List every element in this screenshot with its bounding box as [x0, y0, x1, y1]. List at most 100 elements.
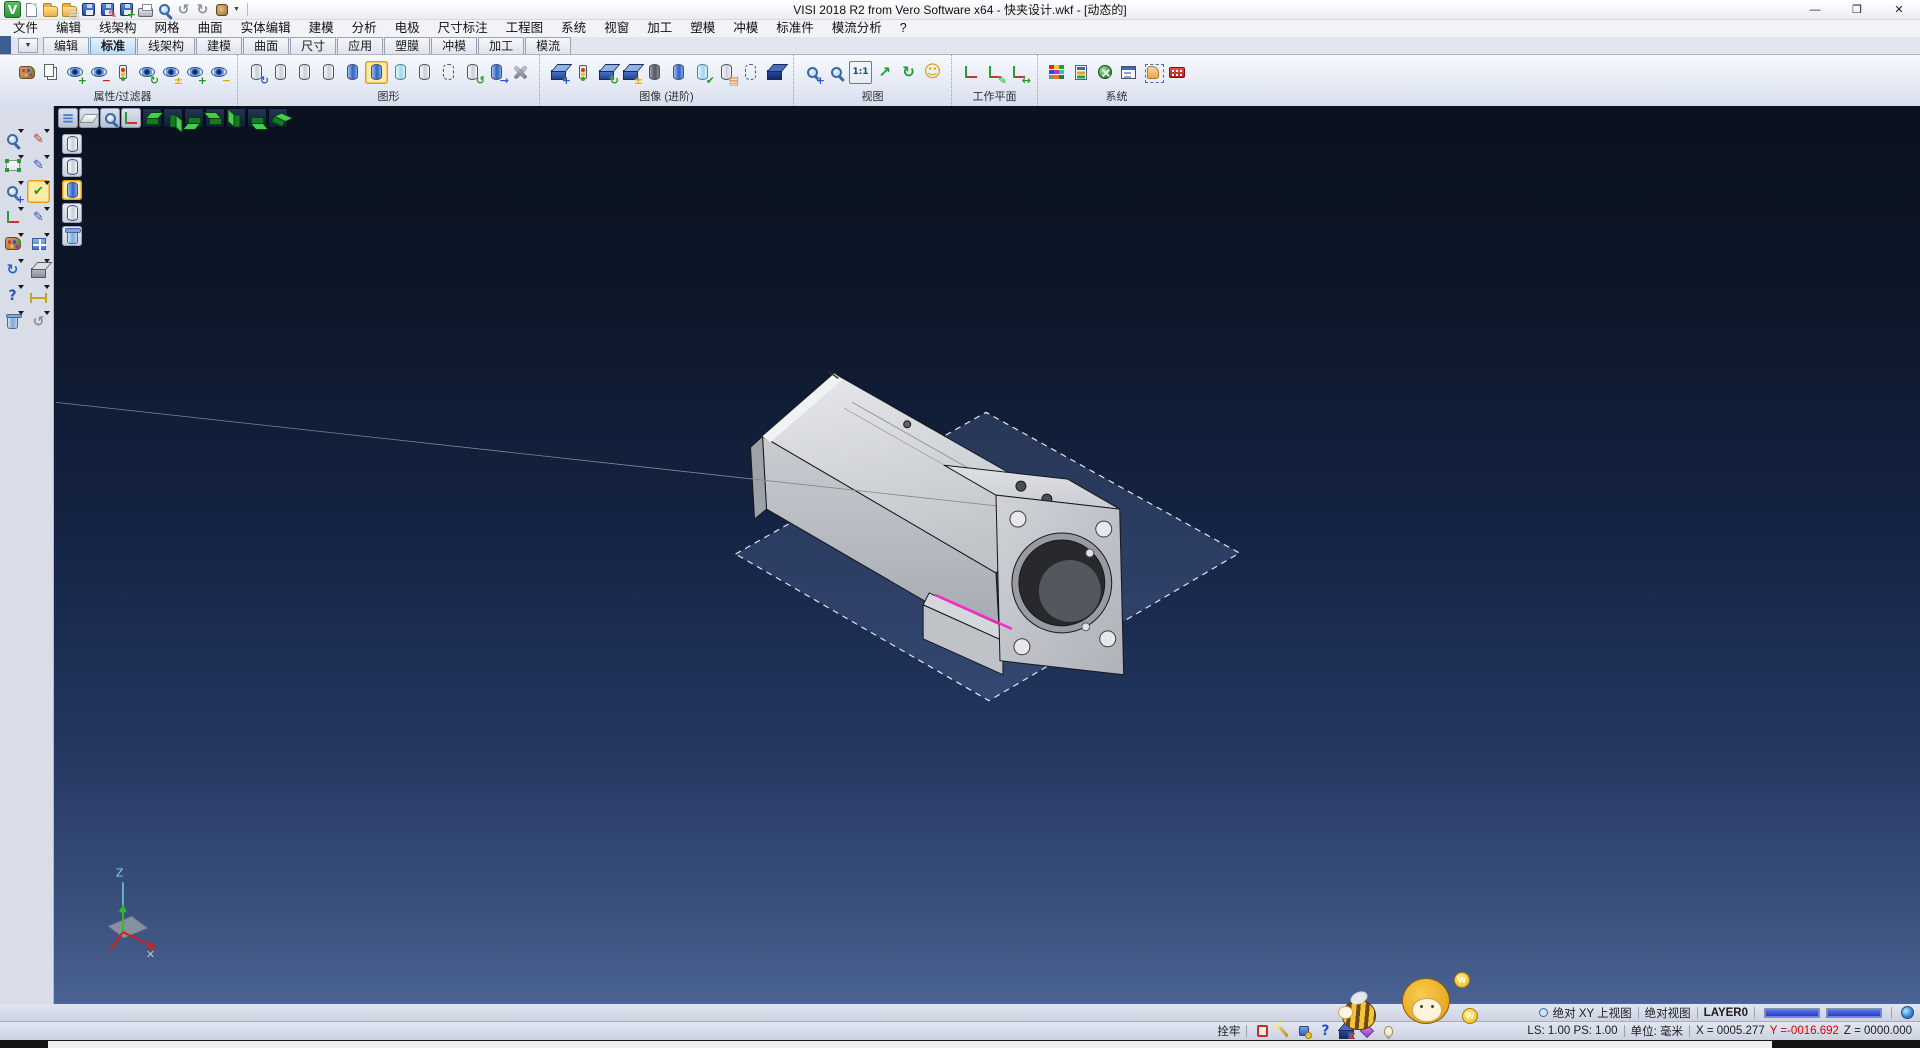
view-zoom-icon[interactable]: [100, 108, 120, 128]
ribbon-tab[interactable]: 标准: [90, 37, 136, 54]
solid-blue-icon[interactable]: [667, 61, 690, 84]
toggle-visibility-icon[interactable]: ±: [159, 61, 182, 84]
image-filter-icon[interactable]: [571, 61, 594, 84]
body-shaded-icon[interactable]: [341, 61, 364, 84]
pencil-spline-icon[interactable]: ✎: [27, 206, 50, 229]
status-help-icon[interactable]: ?: [1316, 1022, 1334, 1040]
view-cube-right-icon[interactable]: [226, 108, 246, 128]
workplane-align-icon[interactable]: ↔: [1007, 61, 1030, 84]
menu-item[interactable]: 加工: [638, 20, 681, 37]
copy-body-icon[interactable]: →: [485, 61, 508, 84]
solid-validate-icon[interactable]: ✔: [691, 61, 714, 84]
body-item-1-icon[interactable]: [62, 134, 82, 154]
menu-item[interactable]: 塑模: [681, 20, 724, 37]
layer-palette-icon[interactable]: [1, 232, 24, 255]
image-refresh-icon[interactable]: ↻: [595, 61, 618, 84]
ribbon-tab[interactable]: 应用: [337, 37, 383, 54]
ribbon-tab[interactable]: 建模: [196, 37, 242, 54]
view-cube-iso-icon[interactable]: [268, 108, 288, 128]
ribbon-tab[interactable]: 加工: [478, 37, 524, 54]
system-settings-icon[interactable]: [1093, 61, 1116, 84]
undo-icon[interactable]: ↺: [175, 1, 192, 18]
minimize-button[interactable]: —: [1794, 0, 1836, 19]
preview-icon[interactable]: [156, 1, 173, 18]
window-panes-icon[interactable]: [27, 232, 50, 255]
menu-item[interactable]: 工程图: [497, 20, 553, 37]
attributes-palette-icon[interactable]: [15, 61, 38, 84]
view-cube-top-icon[interactable]: [142, 108, 162, 128]
confirm-check-icon[interactable]: ✔: [27, 180, 50, 203]
ribbon-tab[interactable]: 塑膜: [384, 37, 430, 54]
menu-item[interactable]: 冲模: [724, 20, 767, 37]
preview-lens-icon[interactable]: [1, 128, 24, 151]
menu-item[interactable]: 系统: [552, 20, 595, 37]
regenerate-body-icon[interactable]: ↺: [461, 61, 484, 84]
help-question-icon[interactable]: ?: [1, 284, 24, 307]
status-snap-icon[interactable]: [1295, 1022, 1313, 1040]
body-style-1-icon[interactable]: [269, 61, 292, 84]
undo-arrow-icon[interactable]: ↺: [27, 310, 50, 333]
preferences-window-icon[interactable]: [1117, 61, 1140, 84]
menu-item[interactable]: 视窗: [595, 20, 638, 37]
dynamic-rotate-icon[interactable]: ↻: [897, 61, 920, 84]
ribbon-tab[interactable]: 模流: [525, 37, 571, 54]
macro-stamp-icon[interactable]: [213, 1, 230, 18]
view-cube-back-icon[interactable]: [184, 108, 204, 128]
dimension-line-icon[interactable]: [27, 284, 50, 307]
ribbon-tab[interactable]: 尺寸: [290, 37, 336, 54]
selection-options-icon[interactable]: [1141, 61, 1164, 84]
menu-item[interactable]: 电极: [386, 20, 429, 37]
3d-viewport[interactable]: Z ✕ ≡: [54, 106, 1920, 1004]
save-icon[interactable]: [80, 1, 97, 18]
body-style-2-icon[interactable]: [293, 61, 316, 84]
view-orient-icon[interactable]: ☺: [921, 61, 944, 84]
status-layer[interactable]: LAYER0: [1704, 1007, 1748, 1019]
view-axis-icon[interactable]: [121, 108, 141, 128]
regenerate-icon[interactable]: ↻: [1, 258, 24, 281]
menu-item[interactable]: 模流分析: [823, 20, 891, 37]
body-shaded-edges-icon[interactable]: [365, 61, 388, 84]
menu-item[interactable]: 分析: [343, 20, 386, 37]
status-view-mode[interactable]: 绝对 XY 上视图: [1553, 1005, 1632, 1021]
body-item-3-icon[interactable]: [62, 203, 82, 223]
zoom-all-icon[interactable]: [825, 61, 848, 84]
close-button[interactable]: ✕: [1878, 0, 1920, 19]
shaded-cube-icon[interactable]: [763, 61, 786, 84]
view-menu-icon[interactable]: ≡: [58, 108, 78, 128]
solid-cube-icon[interactable]: [27, 258, 50, 281]
status-wand-icon[interactable]: [1274, 1022, 1292, 1040]
print-icon[interactable]: [137, 1, 154, 18]
ribbon-tab[interactable]: 线架构: [137, 37, 195, 54]
body-item-2-icon[interactable]: [62, 157, 82, 177]
erase-pencil-icon[interactable]: ✎: [27, 128, 50, 151]
menu-item[interactable]: 实体编辑: [232, 20, 300, 37]
solid-dark-icon[interactable]: [643, 61, 666, 84]
body-item-active-icon[interactable]: [62, 180, 82, 200]
solid-wire-icon[interactable]: [739, 61, 762, 84]
image-add-icon[interactable]: +: [547, 61, 570, 84]
pencil-ellipse-icon[interactable]: ✎: [27, 154, 50, 177]
show-all-icon[interactable]: +: [183, 61, 206, 84]
view-cube-front-icon[interactable]: [163, 108, 183, 128]
zoom-plus-icon[interactable]: +: [1, 180, 24, 203]
show-entities-icon[interactable]: +: [63, 61, 86, 84]
delete-trash-icon[interactable]: [1, 310, 24, 333]
status-lamp-icon[interactable]: [1379, 1022, 1397, 1040]
menu-item[interactable]: 尺寸标注: [429, 20, 497, 37]
view-cube-bottom-icon[interactable]: [247, 108, 267, 128]
qat-dropdown-icon[interactable]: ▼: [230, 6, 243, 13]
dynamic-pan-icon[interactable]: ↗: [873, 61, 896, 84]
body-delete-icon[interactable]: [62, 226, 82, 246]
ribbon-tab[interactable]: 编辑: [43, 37, 89, 54]
new-file-icon[interactable]: [23, 1, 40, 18]
cad-model[interactable]: [56, 371, 1124, 674]
status-lock-label[interactable]: 拴牢: [1217, 1023, 1240, 1039]
body-hidden-line-icon[interactable]: [413, 61, 436, 84]
status-globe-icon[interactable]: [1898, 1005, 1916, 1021]
selection-filter-icon[interactable]: [111, 61, 134, 84]
status-export-icon[interactable]: ✕: [1337, 1022, 1355, 1040]
zoom-in-view-icon[interactable]: +: [801, 61, 824, 84]
solid-sheet-icon[interactable]: ▤: [715, 61, 738, 84]
save-as-icon[interactable]: ✎: [99, 1, 116, 18]
visi-logo[interactable]: V: [4, 1, 21, 18]
